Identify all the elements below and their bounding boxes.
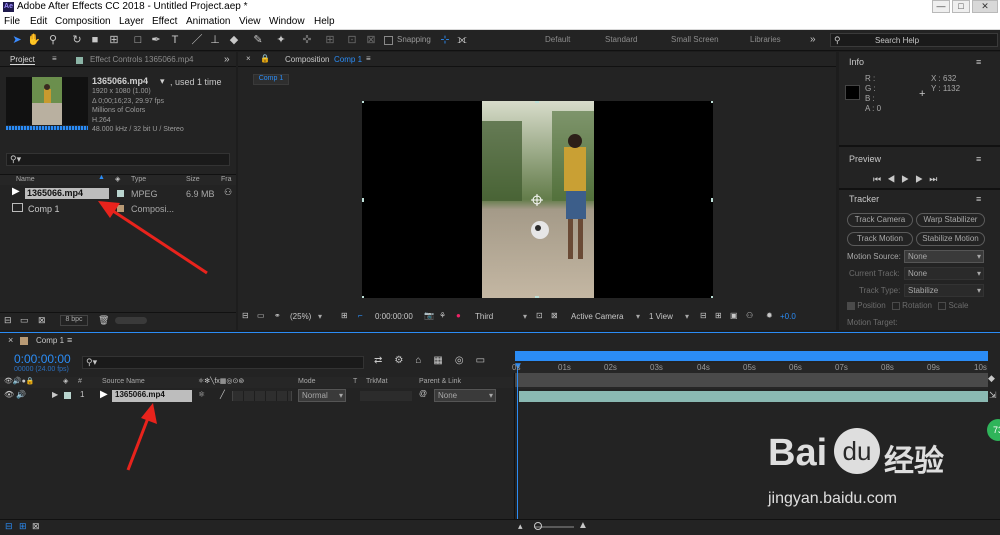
watermark-brand-cn: 经验 xyxy=(884,445,944,478)
watermark-url: jingyan.baidu.com xyxy=(768,490,897,507)
arrow-to-timeline-layer xyxy=(126,403,157,471)
watermark-brand: Bai xyxy=(768,432,828,474)
baidu-paw-logo-icon: du xyxy=(834,428,880,474)
baidu-watermark: Bai du 经验 jingyan.baidu.com xyxy=(768,428,988,522)
arrow-to-project-item xyxy=(98,201,208,275)
